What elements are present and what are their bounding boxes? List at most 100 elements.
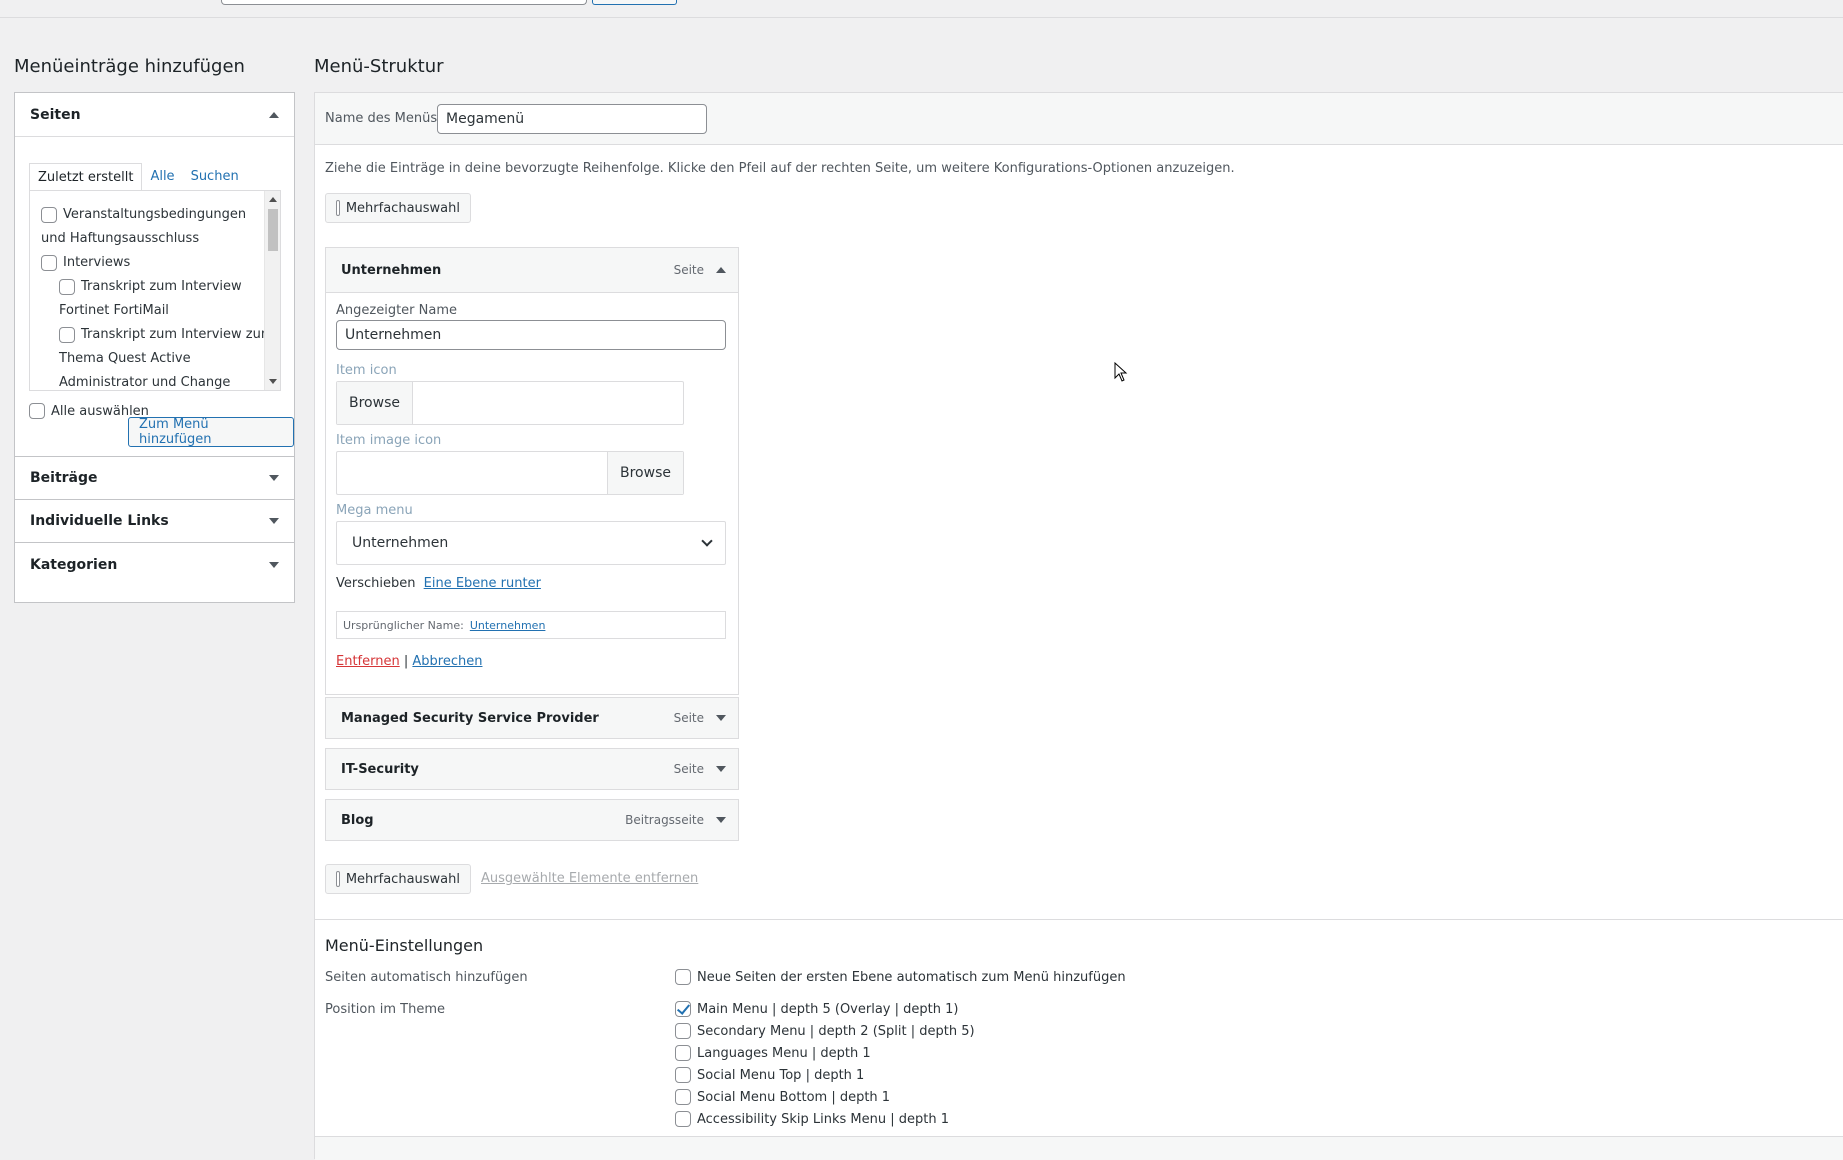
expand-arrow-icon[interactable] xyxy=(269,561,279,568)
item-image-icon-browse-button[interactable]: Browse xyxy=(607,452,683,494)
pages-checklist: Veranstaltungsbedingungen und Haftungsau… xyxy=(29,190,281,391)
item-icon-browse-button[interactable]: Browse xyxy=(337,382,413,424)
posts-accordion-title: Beiträge xyxy=(30,470,98,486)
list-item[interactable]: Transkript zum Interview zum Thema Quest… xyxy=(59,323,274,390)
menu-name-label: Name des Menüs xyxy=(325,111,438,126)
menu-item-blog[interactable]: Blog Beitragsseite xyxy=(325,799,739,841)
page-checkbox[interactable] xyxy=(59,326,75,343)
top-toolbar xyxy=(0,0,1843,18)
location-checkbox[interactable] xyxy=(675,1023,691,1039)
pages-accordion: Seiten Zuletzt erstellt Alle Suchen Vera… xyxy=(14,92,295,457)
posts-accordion-header[interactable]: Beiträge xyxy=(15,457,294,499)
position-label: Position im Theme xyxy=(325,1002,445,1017)
menu-name-header: Name des Menüs Megamenü xyxy=(315,93,1843,145)
collapse-arrow-icon[interactable] xyxy=(716,267,726,273)
tab-all[interactable]: Alle xyxy=(142,163,182,191)
location-checkbox[interactable] xyxy=(675,1001,691,1017)
location-languages-menu[interactable]: Languages Menu | depth 1 xyxy=(675,1045,871,1061)
list-item[interactable]: Transkript zum Interview Fortinet FortiM… xyxy=(59,275,242,323)
add-to-menu-button[interactable]: Zum Menü hinzufügen xyxy=(128,417,294,447)
instructions-text: Ziehe die Einträge in deine bevorzugte R… xyxy=(325,161,1235,176)
expand-arrow-icon[interactable] xyxy=(716,817,726,823)
location-checkbox[interactable] xyxy=(675,1045,691,1061)
item-icon-field[interactable]: Browse xyxy=(336,381,684,425)
categories-accordion-header[interactable]: Kategorien xyxy=(15,543,294,586)
add-menu-items-title: Menüeinträge hinzufügen xyxy=(14,56,245,77)
menu-select-dropdown[interactable] xyxy=(221,0,587,5)
item-actions: Entfernen | Abbrechen xyxy=(336,654,483,669)
list-item[interactable]: Veranstaltungsbedingungen und Haftungsau… xyxy=(41,203,246,251)
item-image-icon-field[interactable]: Browse xyxy=(336,451,684,495)
expand-arrow-icon[interactable] xyxy=(716,766,726,772)
mega-menu-select[interactable]: Unternehmen xyxy=(336,521,726,565)
collapse-arrow-icon[interactable] xyxy=(269,111,279,118)
location-social-top[interactable]: Social Menu Top | depth 1 xyxy=(675,1067,864,1083)
categories-accordion-title: Kategorien xyxy=(30,556,118,573)
mouse-cursor-icon xyxy=(1114,361,1128,382)
location-main-menu[interactable]: Main Menu | depth 5 (Overlay | depth 1) xyxy=(675,1001,958,1017)
categories-accordion[interactable]: Kategorien xyxy=(14,543,295,603)
scroll-down-arrow-icon[interactable] xyxy=(269,379,277,384)
move-row: Verschieben Eine Ebene runter xyxy=(336,576,541,591)
menu-item-open[interactable]: Unternehmen Seite xyxy=(325,247,739,293)
menu-item-type: Seite xyxy=(673,711,704,725)
expand-arrow-icon[interactable] xyxy=(716,715,726,721)
bulk-select-button-bottom[interactable]: Mehrfachauswahl xyxy=(325,864,471,894)
posts-accordion[interactable]: Beiträge xyxy=(14,457,295,500)
menu-item-managed-security[interactable]: Managed Security Service Provider Seite xyxy=(325,697,739,739)
pages-accordion-title: Seiten xyxy=(30,106,81,123)
menu-footer xyxy=(315,1136,1843,1160)
select-all-checkbox[interactable] xyxy=(29,403,45,419)
pages-tabs: Zuletzt erstellt Alle Suchen xyxy=(29,163,247,191)
page-checkbox[interactable] xyxy=(41,206,57,223)
page-checkbox[interactable] xyxy=(41,254,57,271)
custom-links-accordion-header[interactable]: Individuelle Links xyxy=(15,500,294,542)
menu-item-title: IT-Security xyxy=(341,761,419,777)
display-name-input[interactable]: Unternehmen xyxy=(336,320,726,350)
bulk-select-checkbox[interactable] xyxy=(336,200,340,216)
location-secondary-menu[interactable]: Secondary Menu | depth 2 (Split | depth … xyxy=(675,1023,975,1039)
menu-item-it-security[interactable]: IT-Security Seite xyxy=(325,748,739,790)
location-skip-links[interactable]: Accessibility Skip Links Menu | depth 1 xyxy=(675,1111,949,1127)
display-name-label: Angezeigter Name xyxy=(336,303,457,318)
pages-accordion-header[interactable]: Seiten xyxy=(15,93,294,137)
select-menu-button[interactable] xyxy=(592,0,677,5)
list-scrollbar[interactable] xyxy=(264,191,280,390)
page-checkbox[interactable] xyxy=(59,278,75,295)
tab-recent[interactable]: Zuletzt erstellt xyxy=(29,163,143,191)
auto-add-option[interactable]: Neue Seiten der ersten Ebene automatisch… xyxy=(675,969,1126,985)
menu-structure-panel: Name des Menüs Megamenü Ziehe die Einträ… xyxy=(314,92,1843,1160)
menu-item-title: Managed Security Service Provider xyxy=(341,710,599,726)
menu-settings-title: Menü-Einstellungen xyxy=(325,936,484,955)
menu-structure-title: Menü-Struktur xyxy=(314,56,444,77)
cancel-link[interactable]: Abbrechen xyxy=(412,654,482,669)
location-checkbox[interactable] xyxy=(675,1067,691,1083)
location-checkbox[interactable] xyxy=(675,1089,691,1105)
location-checkbox[interactable] xyxy=(675,1111,691,1127)
menu-item-type: Seite xyxy=(673,762,704,776)
menu-item-title: Unternehmen xyxy=(341,262,442,278)
settings-divider xyxy=(315,919,1843,920)
menu-item-type: Seite xyxy=(673,263,704,277)
bulk-select-checkbox[interactable] xyxy=(336,871,340,887)
location-social-bottom[interactable]: Social Menu Bottom | depth 1 xyxy=(675,1089,890,1105)
menu-item-title: Blog xyxy=(341,812,374,828)
expand-arrow-icon[interactable] xyxy=(269,518,279,524)
menu-name-input[interactable]: Megamenü xyxy=(437,104,707,134)
tab-search[interactable]: Suchen xyxy=(183,163,247,191)
item-image-icon-label: Item image icon xyxy=(336,433,442,448)
chevron-down-icon xyxy=(701,535,713,547)
remove-link[interactable]: Entfernen xyxy=(336,654,400,669)
custom-links-accordion[interactable]: Individuelle Links xyxy=(14,500,295,543)
menu-item-type: Beitragsseite xyxy=(625,813,704,827)
remove-selected-link[interactable]: Ausgewählte Elemente entfernen xyxy=(481,871,698,886)
bulk-select-button-top[interactable]: Mehrfachauswahl xyxy=(325,193,471,223)
move-down-link[interactable]: Eine Ebene runter xyxy=(424,576,541,591)
list-item[interactable]: Interviews xyxy=(41,251,130,275)
auto-add-checkbox[interactable] xyxy=(675,969,691,985)
auto-add-label: Seiten automatisch hinzufügen xyxy=(325,970,528,985)
expand-arrow-icon[interactable] xyxy=(269,475,279,481)
scroll-thumb[interactable] xyxy=(268,209,278,251)
scroll-up-arrow-icon[interactable] xyxy=(269,197,277,202)
original-name-link[interactable]: Unternehmen xyxy=(470,619,546,632)
